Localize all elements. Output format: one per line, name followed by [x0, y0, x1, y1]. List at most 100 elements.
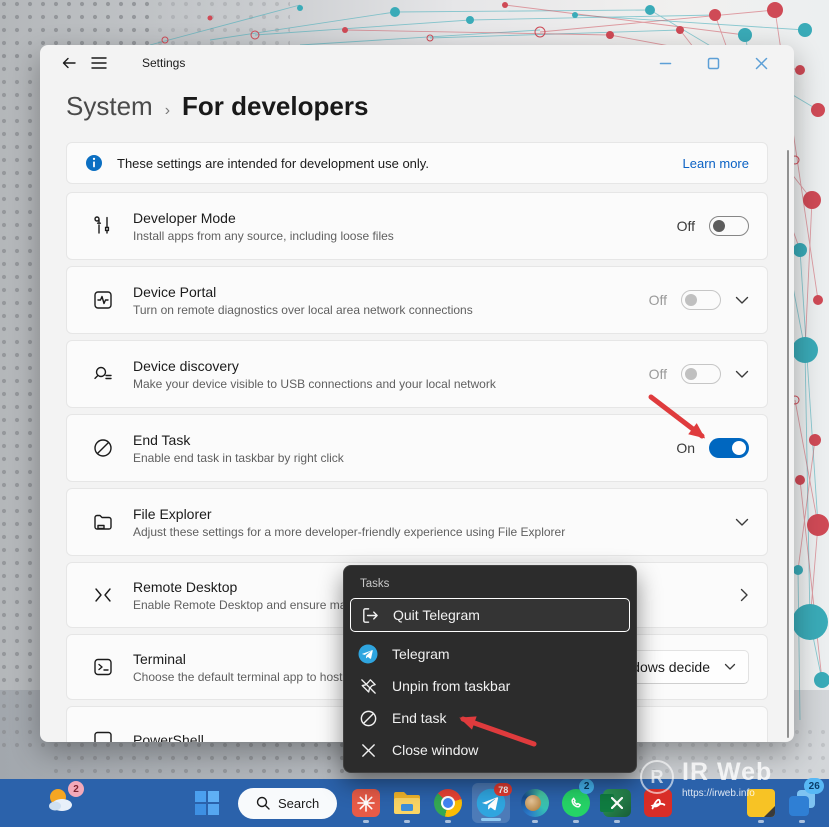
taskbar-app-edge-profile[interactable]	[518, 781, 551, 825]
watermark-url: https://irweb.info	[682, 788, 772, 799]
hamburger-icon	[91, 56, 107, 70]
chevron-down-icon[interactable]	[735, 370, 749, 379]
unpin-icon	[358, 677, 378, 696]
menu-section-header: Tasks	[344, 574, 636, 598]
taskbar-app-excel[interactable]	[600, 781, 633, 825]
mail-badge: 26	[804, 778, 824, 794]
watermark-brand: IR Web	[682, 760, 772, 785]
window-scrollbar[interactable]	[787, 150, 789, 738]
row-title: Device Portal	[133, 284, 473, 300]
windows-start-icon	[194, 790, 220, 816]
toggle-state-label: Off	[649, 366, 667, 382]
taskbar-app-whatsapp[interactable]: 2	[559, 781, 592, 825]
taskbar-app-chrome[interactable]	[431, 781, 464, 825]
back-button[interactable]	[54, 50, 84, 76]
whatsapp-badge: 2	[579, 779, 594, 794]
start-button[interactable]	[192, 781, 222, 825]
info-icon	[85, 154, 103, 172]
learn-more-link[interactable]: Learn more	[683, 156, 749, 171]
file-explorer-icon	[91, 511, 115, 533]
starburst-app-icon	[352, 789, 380, 817]
chevron-down-icon	[724, 663, 736, 671]
search-box[interactable]: Search	[238, 788, 337, 819]
menu-item-label: Quit Telegram	[393, 607, 480, 623]
row-title: File Explorer	[133, 506, 565, 522]
row-title: Developer Mode	[133, 210, 394, 226]
row-title: Terminal	[133, 651, 342, 667]
row-subtitle: Choose the default terminal app to host	[133, 670, 342, 684]
taskbar-app-telegram[interactable]: 78	[472, 783, 510, 823]
close-button[interactable]	[746, 50, 776, 76]
file-explorer-taskbar-icon	[392, 790, 422, 816]
window-title: Settings	[142, 56, 185, 70]
setting-row-file-explorer[interactable]: File Explorer Adjust these settings for …	[66, 488, 768, 556]
minimize-button[interactable]	[650, 50, 680, 76]
dropdown-value: dows decide	[632, 659, 710, 675]
close-icon	[755, 57, 768, 70]
developer-mode-icon	[91, 215, 115, 237]
device-portal-icon	[91, 289, 115, 311]
end-task-toggle[interactable]	[709, 438, 749, 458]
menu-item-close-window[interactable]: Close window	[344, 734, 636, 766]
sign-out-icon	[359, 606, 379, 625]
row-subtitle: Turn on remote diagnostics over local ar…	[133, 303, 473, 317]
row-subtitle: Enable end task in taskbar by right clic…	[133, 451, 344, 465]
device-portal-toggle	[681, 290, 721, 310]
close-window-icon	[358, 742, 378, 759]
watermark: R IR Web https://irweb.info	[640, 760, 772, 799]
breadcrumb: System › For developers	[66, 91, 794, 122]
toggle-state-label: Off	[677, 218, 695, 234]
developer-mode-toggle[interactable]	[709, 216, 749, 236]
menu-item-end-task[interactable]: End task	[344, 702, 636, 734]
taskbar-app-starburst[interactable]	[349, 781, 382, 825]
excel-icon	[603, 789, 631, 817]
breadcrumb-separator: ›	[165, 102, 170, 120]
powershell-icon	[91, 729, 115, 742]
menu-item-label: Telegram	[392, 646, 450, 662]
chrome-icon	[434, 789, 462, 817]
menu-item-label: End task	[392, 710, 446, 726]
remote-desktop-icon	[91, 584, 115, 606]
menu-item-quit-telegram[interactable]: Quit Telegram	[350, 598, 630, 632]
end-task-icon	[91, 437, 115, 459]
chevron-right-icon[interactable]	[740, 588, 749, 602]
chevron-down-icon[interactable]	[735, 296, 749, 305]
block-icon	[358, 709, 378, 728]
desktop: Settings System › For developers	[0, 0, 829, 827]
search-icon	[256, 796, 270, 810]
maximize-button[interactable]	[698, 50, 728, 76]
toggle-state-label: On	[676, 440, 695, 456]
setting-row-developer-mode: Developer Mode Install apps from any sou…	[66, 192, 768, 260]
row-title: PowerShell	[133, 732, 204, 742]
search-label: Search	[278, 796, 319, 811]
chevron-down-icon[interactable]	[735, 518, 749, 527]
setting-row-device-portal[interactable]: Device Portal Turn on remote diagnostics…	[66, 266, 768, 334]
telegram-jumplist-menu: Tasks Quit Telegram Telegram Unpin from …	[343, 565, 637, 773]
info-banner: These settings are intended for developm…	[66, 142, 768, 184]
minimize-icon	[659, 57, 672, 70]
telegram-icon	[358, 644, 378, 664]
edge-icon	[521, 789, 549, 817]
page-title: For developers	[182, 91, 368, 122]
taskbar-app-mail[interactable]: 26	[785, 781, 818, 825]
taskbar-app-file-explorer[interactable]	[390, 781, 423, 825]
back-arrow-icon	[61, 55, 77, 71]
nav-menu-button[interactable]	[84, 50, 114, 76]
row-subtitle: Install apps from any source, including …	[133, 229, 394, 243]
watermark-logo: R	[640, 760, 674, 794]
widgets-weather-button[interactable]: 2	[44, 785, 78, 822]
breadcrumb-system[interactable]: System	[66, 91, 153, 122]
setting-row-device-discovery[interactable]: Device discovery Make your device visibl…	[66, 340, 768, 408]
row-title: End Task	[133, 432, 344, 448]
toggle-state-label: Off	[649, 292, 667, 308]
row-title: Remote Desktop	[133, 579, 352, 595]
device-discovery-icon	[91, 363, 115, 385]
row-title: Device discovery	[133, 358, 496, 374]
row-subtitle: Adjust these settings for a more develop…	[133, 525, 565, 539]
telegram-badge: 78	[494, 783, 512, 796]
terminal-icon	[91, 656, 115, 678]
menu-item-telegram[interactable]: Telegram	[344, 638, 636, 670]
setting-row-end-task: End Task Enable end task in taskbar by r…	[66, 414, 768, 482]
banner-message: These settings are intended for developm…	[117, 156, 429, 171]
menu-item-unpin[interactable]: Unpin from taskbar	[344, 670, 636, 702]
